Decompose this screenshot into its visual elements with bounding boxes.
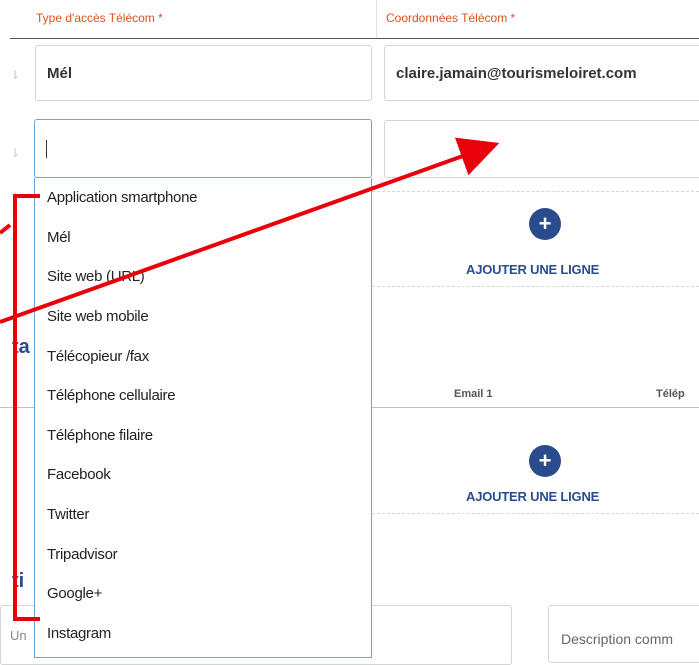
coordinates-field-row-1[interactable]: claire.jamain@tourismeloiret.com: [384, 45, 699, 101]
plus-icon[interactable]: +: [529, 208, 561, 240]
dropdown-option[interactable]: Téléphone cellulaire: [35, 376, 371, 416]
dashed-separator: [372, 191, 699, 192]
add-line-button[interactable]: AJOUTER UNE LIGNE: [466, 489, 599, 504]
drag-handle-icon[interactable]: ⇂: [10, 146, 20, 160]
column-header-type: Type d'accès Télécom *: [36, 11, 163, 25]
column-header-coordinates: Coordonnées Télécom *: [386, 11, 516, 25]
plus-icon[interactable]: +: [529, 445, 561, 477]
dashed-separator: [372, 513, 699, 514]
description-field[interactable]: Description comm: [548, 605, 699, 663]
coordinates-value: claire.jamain@tourismeloiret.com: [396, 64, 637, 82]
annotation-arrow-small: [0, 223, 12, 235]
dropdown-option[interactable]: Application smartphone: [35, 178, 371, 218]
column-header-email: Email 1: [454, 388, 493, 400]
dropdown-option[interactable]: Site web (URL): [35, 257, 371, 297]
column-header-phone: Télép: [656, 388, 685, 400]
dropdown-option[interactable]: Site web mobile: [35, 297, 371, 337]
bottom-left-label: Un: [10, 628, 27, 643]
dropdown-option[interactable]: Facebook: [35, 455, 371, 495]
type-value: Mél: [47, 64, 73, 82]
dropdown-option[interactable]: Google+: [35, 574, 371, 614]
section-title-fragment: ta: [12, 336, 30, 358]
dropdown-option[interactable]: Tripadvisor: [35, 534, 371, 574]
dropdown-option[interactable]: Télécopieur /fax: [35, 336, 371, 376]
type-field-row-2[interactable]: [34, 119, 372, 178]
header-divider: [376, 0, 377, 38]
dropdown-option[interactable]: Twitter: [35, 495, 371, 535]
description-placeholder: Description comm: [561, 631, 674, 647]
header-underline: [10, 38, 699, 39]
drag-handle-icon[interactable]: ⇂: [10, 68, 20, 82]
dropdown-option[interactable]: Instagram: [35, 614, 371, 654]
dashed-separator: [372, 286, 699, 287]
add-line-button[interactable]: AJOUTER UNE LIGNE: [466, 262, 599, 277]
text-caret: [46, 139, 47, 158]
coordinates-field-row-2[interactable]: [384, 120, 699, 178]
type-field-row-1[interactable]: Mél: [35, 45, 372, 101]
dropdown-option[interactable]: Mél: [35, 218, 371, 258]
section-title-fragment: ti: [12, 570, 25, 592]
dropdown-option[interactable]: Téléphone filaire: [35, 416, 371, 456]
type-dropdown-list[interactable]: Application smartphone Mél Site web (URL…: [34, 178, 372, 658]
